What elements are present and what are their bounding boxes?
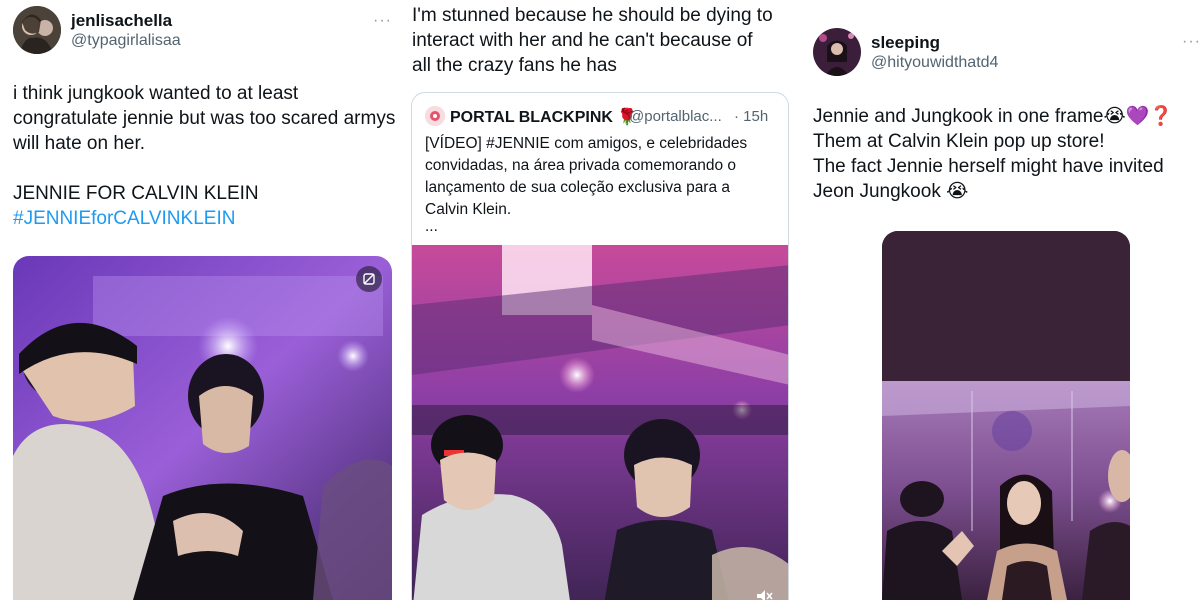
quote-video[interactable]	[412, 245, 788, 600]
quote-text-line: Calvin Klein.	[425, 201, 512, 218]
tweet-text-line: I'm stunned because he should be dying t…	[412, 5, 773, 26]
mute-icon[interactable]	[753, 585, 775, 600]
tweet-text-line: The fact Jennie herself might have invit…	[813, 156, 1164, 177]
tweet-jenlisachella[interactable]: jenlisachella @typagirlalisaa ··· i thin…	[0, 0, 400, 600]
quote-avatar[interactable]	[425, 106, 445, 126]
avatar-image	[13, 6, 61, 54]
quote-text-line: convidadas, na área privada comemorando …	[425, 157, 737, 174]
tweet-sleeping[interactable]: sleeping @hityouwidthatd4 ··· Jennie and…	[800, 0, 1200, 600]
club-scene-image	[13, 256, 392, 600]
tweet-text-line: Jeon Jungkook 😭	[813, 181, 969, 202]
media-tag-icon[interactable]	[356, 266, 382, 292]
quote-text-line: [VÍDEO] #JENNIE com amigos, e celebridad…	[425, 135, 748, 152]
avatar[interactable]	[813, 28, 861, 76]
hashtag-link[interactable]: #JENNIEforCALVINKLEIN	[13, 206, 398, 231]
more-options-icon[interactable]: ···	[373, 13, 392, 29]
quote-text: [VÍDEO] #JENNIE com amigos, e celebridad…	[425, 133, 785, 235]
tweet-video[interactable]	[882, 231, 1130, 600]
tweet-text-line: Jennie and Jungkook in one frame😭💜❓	[813, 106, 1173, 127]
quote-text-line: lançamento de sua coleção exclusiva para…	[425, 179, 731, 196]
tweet-reply[interactable]: I'm stunned because he should be dying t…	[400, 0, 800, 600]
user-handle[interactable]: @typagirlalisaa	[71, 32, 181, 50]
more-options-icon[interactable]: ···	[1182, 34, 1200, 50]
quote-timestamp[interactable]: · 15h	[734, 108, 768, 125]
tweet-text: Jennie and Jungkook in one frame😭💜❓ Them…	[813, 104, 1198, 204]
tweet-text-line: i think jungkook wanted to at least	[13, 83, 299, 104]
tweet-text-line: all the crazy fans he has	[412, 55, 617, 76]
display-name[interactable]: jenlisachella	[71, 11, 172, 31]
avatar[interactable]	[13, 6, 61, 54]
tweet-text-line: congratulate jennie but was too scared a…	[13, 108, 396, 129]
club-scene-image	[882, 231, 1130, 600]
avatar-image	[813, 28, 861, 76]
quote-handle[interactable]: @portalblac...	[629, 108, 722, 125]
club-scene-image	[412, 245, 788, 600]
tweet-text: I'm stunned because he should be dying t…	[412, 3, 797, 78]
tweet-video[interactable]	[13, 256, 392, 600]
tweet-text-line: Them at Calvin Klein pop up store!	[813, 131, 1105, 152]
tweet-text-line: will hate on her.	[13, 133, 146, 154]
quote-text-line: ...	[425, 218, 438, 235]
user-handle[interactable]: @hityouwidthatd4	[871, 54, 998, 72]
display-name[interactable]: sleeping	[871, 33, 940, 53]
tweet-text-line: JENNIE FOR CALVIN KLEIN	[13, 183, 259, 204]
quoted-tweet[interactable]: PORTAL BLACKPINK 🌹 @portalblac... · 15h …	[411, 92, 789, 600]
tweet-text-line: interact with her and he can't because o…	[412, 30, 753, 51]
tweet-text: i think jungkook wanted to at least cong…	[13, 81, 398, 231]
quote-display-name[interactable]: PORTAL BLACKPINK 🌹	[450, 107, 637, 127]
